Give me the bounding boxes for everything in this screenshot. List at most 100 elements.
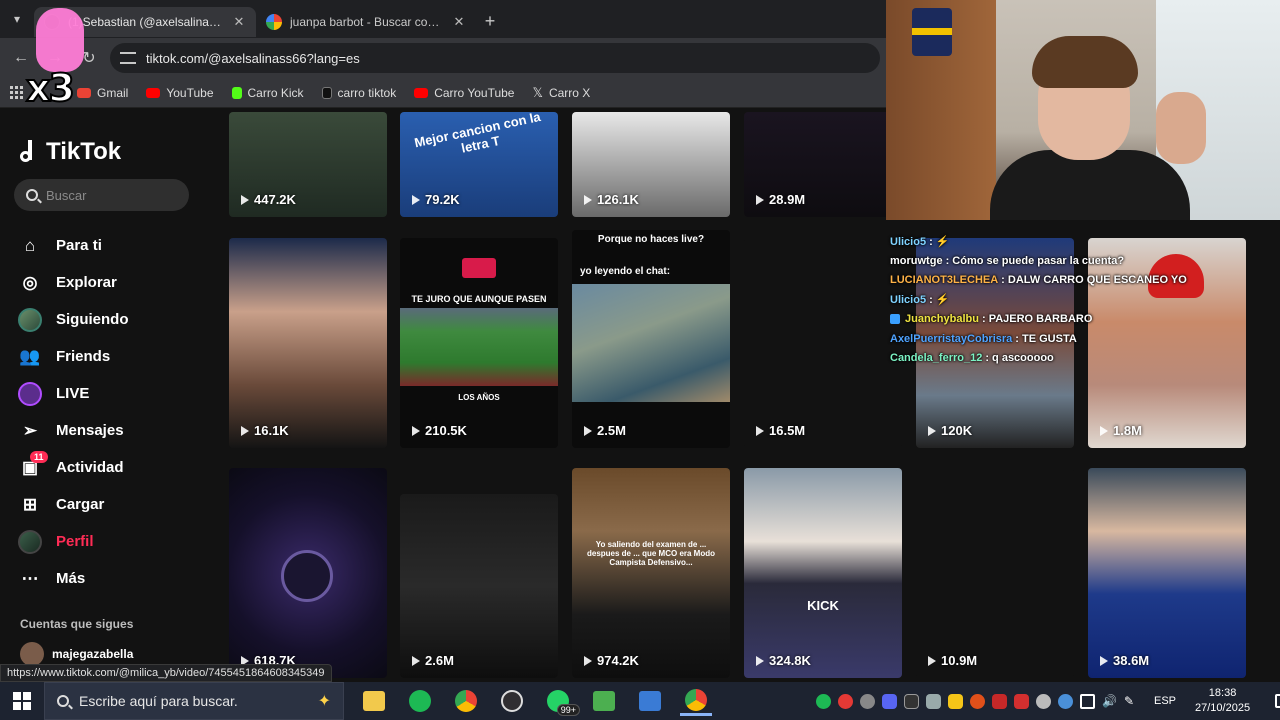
bookmark-carro-x[interactable]: 𝕏 Carro X [532, 85, 590, 101]
close-icon[interactable]: ✕ [232, 14, 246, 30]
chat-username: LUCIANOT3LECHEA [890, 274, 999, 287]
sidebar-item-explorar[interactable]: ◎ Explorar [18, 264, 208, 301]
account-name: majegazabella [52, 647, 134, 661]
sidebar-item-mensajes[interactable]: ➢ Mensajes [18, 412, 208, 449]
bookmark-youtube[interactable]: YouTube [146, 86, 214, 100]
view-count: 2.5M [584, 423, 626, 438]
whatsapp-icon[interactable]: 99+ [542, 686, 580, 716]
video-card[interactable]: TE JURO QUE AUNQUE PASEN LOS AÑOS 210.5K [400, 238, 558, 448]
tray-app-icon[interactable] [904, 693, 919, 709]
site-info-icon[interactable] [120, 52, 136, 64]
sidebar-item-friends[interactable]: 👥 Friends [18, 338, 208, 375]
chat-text: : q ascooooo [985, 352, 1054, 365]
video-card[interactable]: 126.1K [572, 112, 730, 217]
tiktok-logo[interactable]: TikTok [20, 138, 121, 166]
sidebar-item-para-ti[interactable]: ⌂ Para ti [18, 227, 208, 264]
video-card[interactable]: 447.2K [229, 112, 387, 217]
tray-app-icon[interactable] [860, 693, 875, 709]
video-card[interactable]: 28.9M [744, 112, 902, 217]
steam-tray-icon[interactable] [926, 693, 941, 709]
tray-app-icon[interactable] [992, 693, 1007, 709]
tray-app-icon[interactable] [970, 693, 985, 709]
view-count: 974.2K [584, 653, 639, 668]
chrome-icon[interactable] [450, 686, 482, 716]
view-count: 10.9M [928, 653, 977, 668]
view-count: 120K [928, 423, 972, 438]
close-icon[interactable]: ✕ [452, 14, 466, 30]
stream-chat-overlay: Ulicio5: ⚡ moruwtge: Cómo se puede pasar… [890, 232, 1190, 368]
thumbnail-caption: LOS AÑOS [458, 393, 500, 402]
view-count: 28.9M [756, 192, 805, 207]
video-card[interactable]: KICK 324.8K [744, 468, 902, 678]
clock[interactable]: 18:38 27/10/2025 [1195, 686, 1250, 716]
language-indicator[interactable]: ESP [1154, 695, 1176, 707]
video-card[interactable]: Porque no haces live? yo leyendo el chat… [572, 230, 730, 448]
play-icon [584, 655, 592, 666]
link-status-bar: https://www.tiktok.com/@milica_yb/video/… [0, 664, 332, 682]
play-icon [1100, 425, 1108, 436]
bookmark-carro-tiktok[interactable]: carro tiktok [321, 86, 396, 100]
thumbnail-caption: TE JURO QUE AUNQUE PASEN [411, 294, 547, 304]
search-input[interactable]: Buscar [14, 179, 189, 211]
spotify-tray-icon[interactable] [816, 693, 831, 709]
x-logo-icon: 𝕏 [532, 84, 543, 100]
logo-text: TikTok [46, 138, 122, 165]
compass-icon: ◎ [22, 272, 38, 292]
tiktok-note-icon [20, 140, 40, 164]
volume-icon[interactable]: 🔊 [1102, 694, 1117, 709]
sidebar-item-perfil[interactable]: Perfil [18, 523, 208, 560]
thumbnail-caption: Mejor cancion con la letra T [412, 112, 542, 156]
screen: ▾ (1)Sebastian (@axelsalinass66) ✕ juanp… [0, 0, 1280, 720]
sidebar-item-mas[interactable]: ⋯ Más [18, 560, 208, 597]
video-card[interactable]: 618.7K [229, 468, 387, 678]
file-explorer-icon[interactable] [358, 686, 390, 716]
store-icon[interactable] [634, 686, 666, 716]
reaction-overlay: x3 [24, 8, 84, 111]
play-icon [928, 425, 936, 436]
tab-google-search[interactable]: juanpa barbot - Buscar con Google ✕ [256, 7, 476, 37]
sidebar-item-live[interactable]: LIVE [18, 375, 208, 412]
video-card[interactable]: 10.9M [916, 468, 1074, 678]
tray-app-icon[interactable] [1058, 693, 1073, 709]
windows-start-icon[interactable] [0, 682, 44, 720]
network-icon[interactable] [1080, 693, 1095, 709]
youtube-icon [146, 87, 161, 98]
discord-tray-icon[interactable] [882, 693, 897, 709]
bookmark-gmail[interactable]: Gmail [77, 86, 128, 100]
plus-square-icon: ⊞ [22, 494, 38, 514]
spotify-icon[interactable] [404, 686, 436, 716]
chrome-active-icon[interactable] [680, 686, 712, 716]
tray-app-icon[interactable] [1014, 693, 1029, 709]
notification-center-icon[interactable] [1275, 694, 1280, 708]
view-count: 324.8K [756, 653, 811, 668]
nav-label: Para ti [56, 237, 102, 254]
following-account[interactable]: majegazabella [20, 642, 133, 666]
tray-app-icon[interactable] [1036, 693, 1051, 709]
sidebar-item-siguiendo[interactable]: Siguiendo [18, 301, 208, 338]
new-tab-button[interactable]: + [476, 11, 504, 32]
bookmark-carro-youtube[interactable]: Carro YouTube [414, 86, 514, 100]
send-icon: ➢ [22, 420, 38, 440]
sidebar-item-actividad[interactable]: ▣ 11 Actividad [18, 449, 208, 486]
tray-app-icon[interactable] [838, 693, 853, 709]
sidebar-item-cargar[interactable]: ⊞ Cargar [18, 486, 208, 523]
video-card[interactable]: 16.5M [744, 238, 902, 448]
address-bar[interactable]: tiktok.com/@axelsalinass66?lang=es [110, 43, 880, 73]
nav-label: Explorar [56, 274, 117, 291]
obs-icon[interactable] [496, 686, 528, 716]
video-card[interactable]: 2.6M [400, 494, 558, 678]
bookmark-carro-kick[interactable]: Carro Kick [231, 86, 304, 100]
minecraft-icon[interactable] [588, 686, 620, 716]
avatar [20, 642, 44, 666]
video-card[interactable]: Yo saliendo del examen de ... despues de… [572, 468, 730, 678]
pen-icon[interactable]: ✎ [1124, 694, 1139, 709]
apps-grid-icon[interactable] [10, 86, 23, 99]
browser-toolbar: ← → ↻ tiktok.com/@axelsalinass66?lang=es [0, 38, 886, 78]
video-card[interactable]: 38.6M [1088, 468, 1246, 678]
kick-icon [231, 86, 242, 99]
tray-app-icon[interactable] [948, 693, 963, 709]
video-card[interactable]: 16.1K [229, 238, 387, 448]
video-card[interactable]: Mejor cancion con la letra T 79.2K [400, 112, 558, 217]
chat-message: moruwtge: Cómo se puede pasar la cuenta? [890, 251, 1190, 270]
taskbar-search-input[interactable]: Escribe aquí para buscar. ✦ [44, 682, 344, 720]
